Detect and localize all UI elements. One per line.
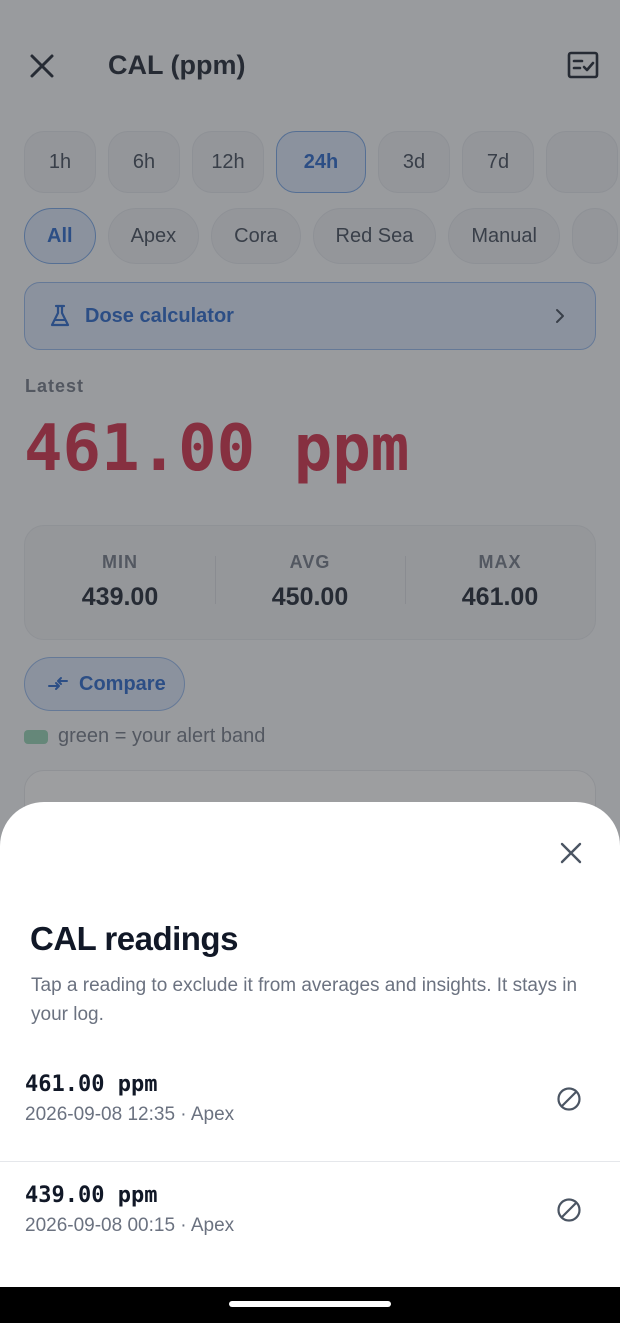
close-icon [560, 842, 582, 864]
reading-meta: 2026-09-08 00:15 · Apex [25, 1215, 235, 1236]
block-icon [557, 1198, 581, 1222]
reading-row[interactable]: 461.00 ppm 2026-09-08 12:35 · Apex [0, 1052, 620, 1162]
reading-value: 461.00 ppm [25, 1072, 158, 1097]
system-nav-bar [0, 1287, 620, 1323]
reading-meta: 2026-09-08 12:35 · Apex [25, 1104, 235, 1125]
readings-bottom-sheet: CAL readings Tap a reading to exclude it… [0, 802, 620, 1287]
sheet-title: CAL readings [30, 920, 238, 957]
sheet-description: Tap a reading to exclude it from average… [31, 975, 578, 1025]
block-icon [557, 1087, 581, 1111]
reading-value: 439.00 ppm [25, 1183, 158, 1208]
sheet-close-button[interactable] [558, 840, 584, 866]
home-indicator[interactable] [229, 1301, 391, 1307]
exclude-reading-button[interactable] [556, 1197, 582, 1223]
exclude-reading-button[interactable] [556, 1086, 582, 1112]
reading-row[interactable]: 439.00 ppm 2026-09-08 00:15 · Apex [0, 1163, 620, 1273]
